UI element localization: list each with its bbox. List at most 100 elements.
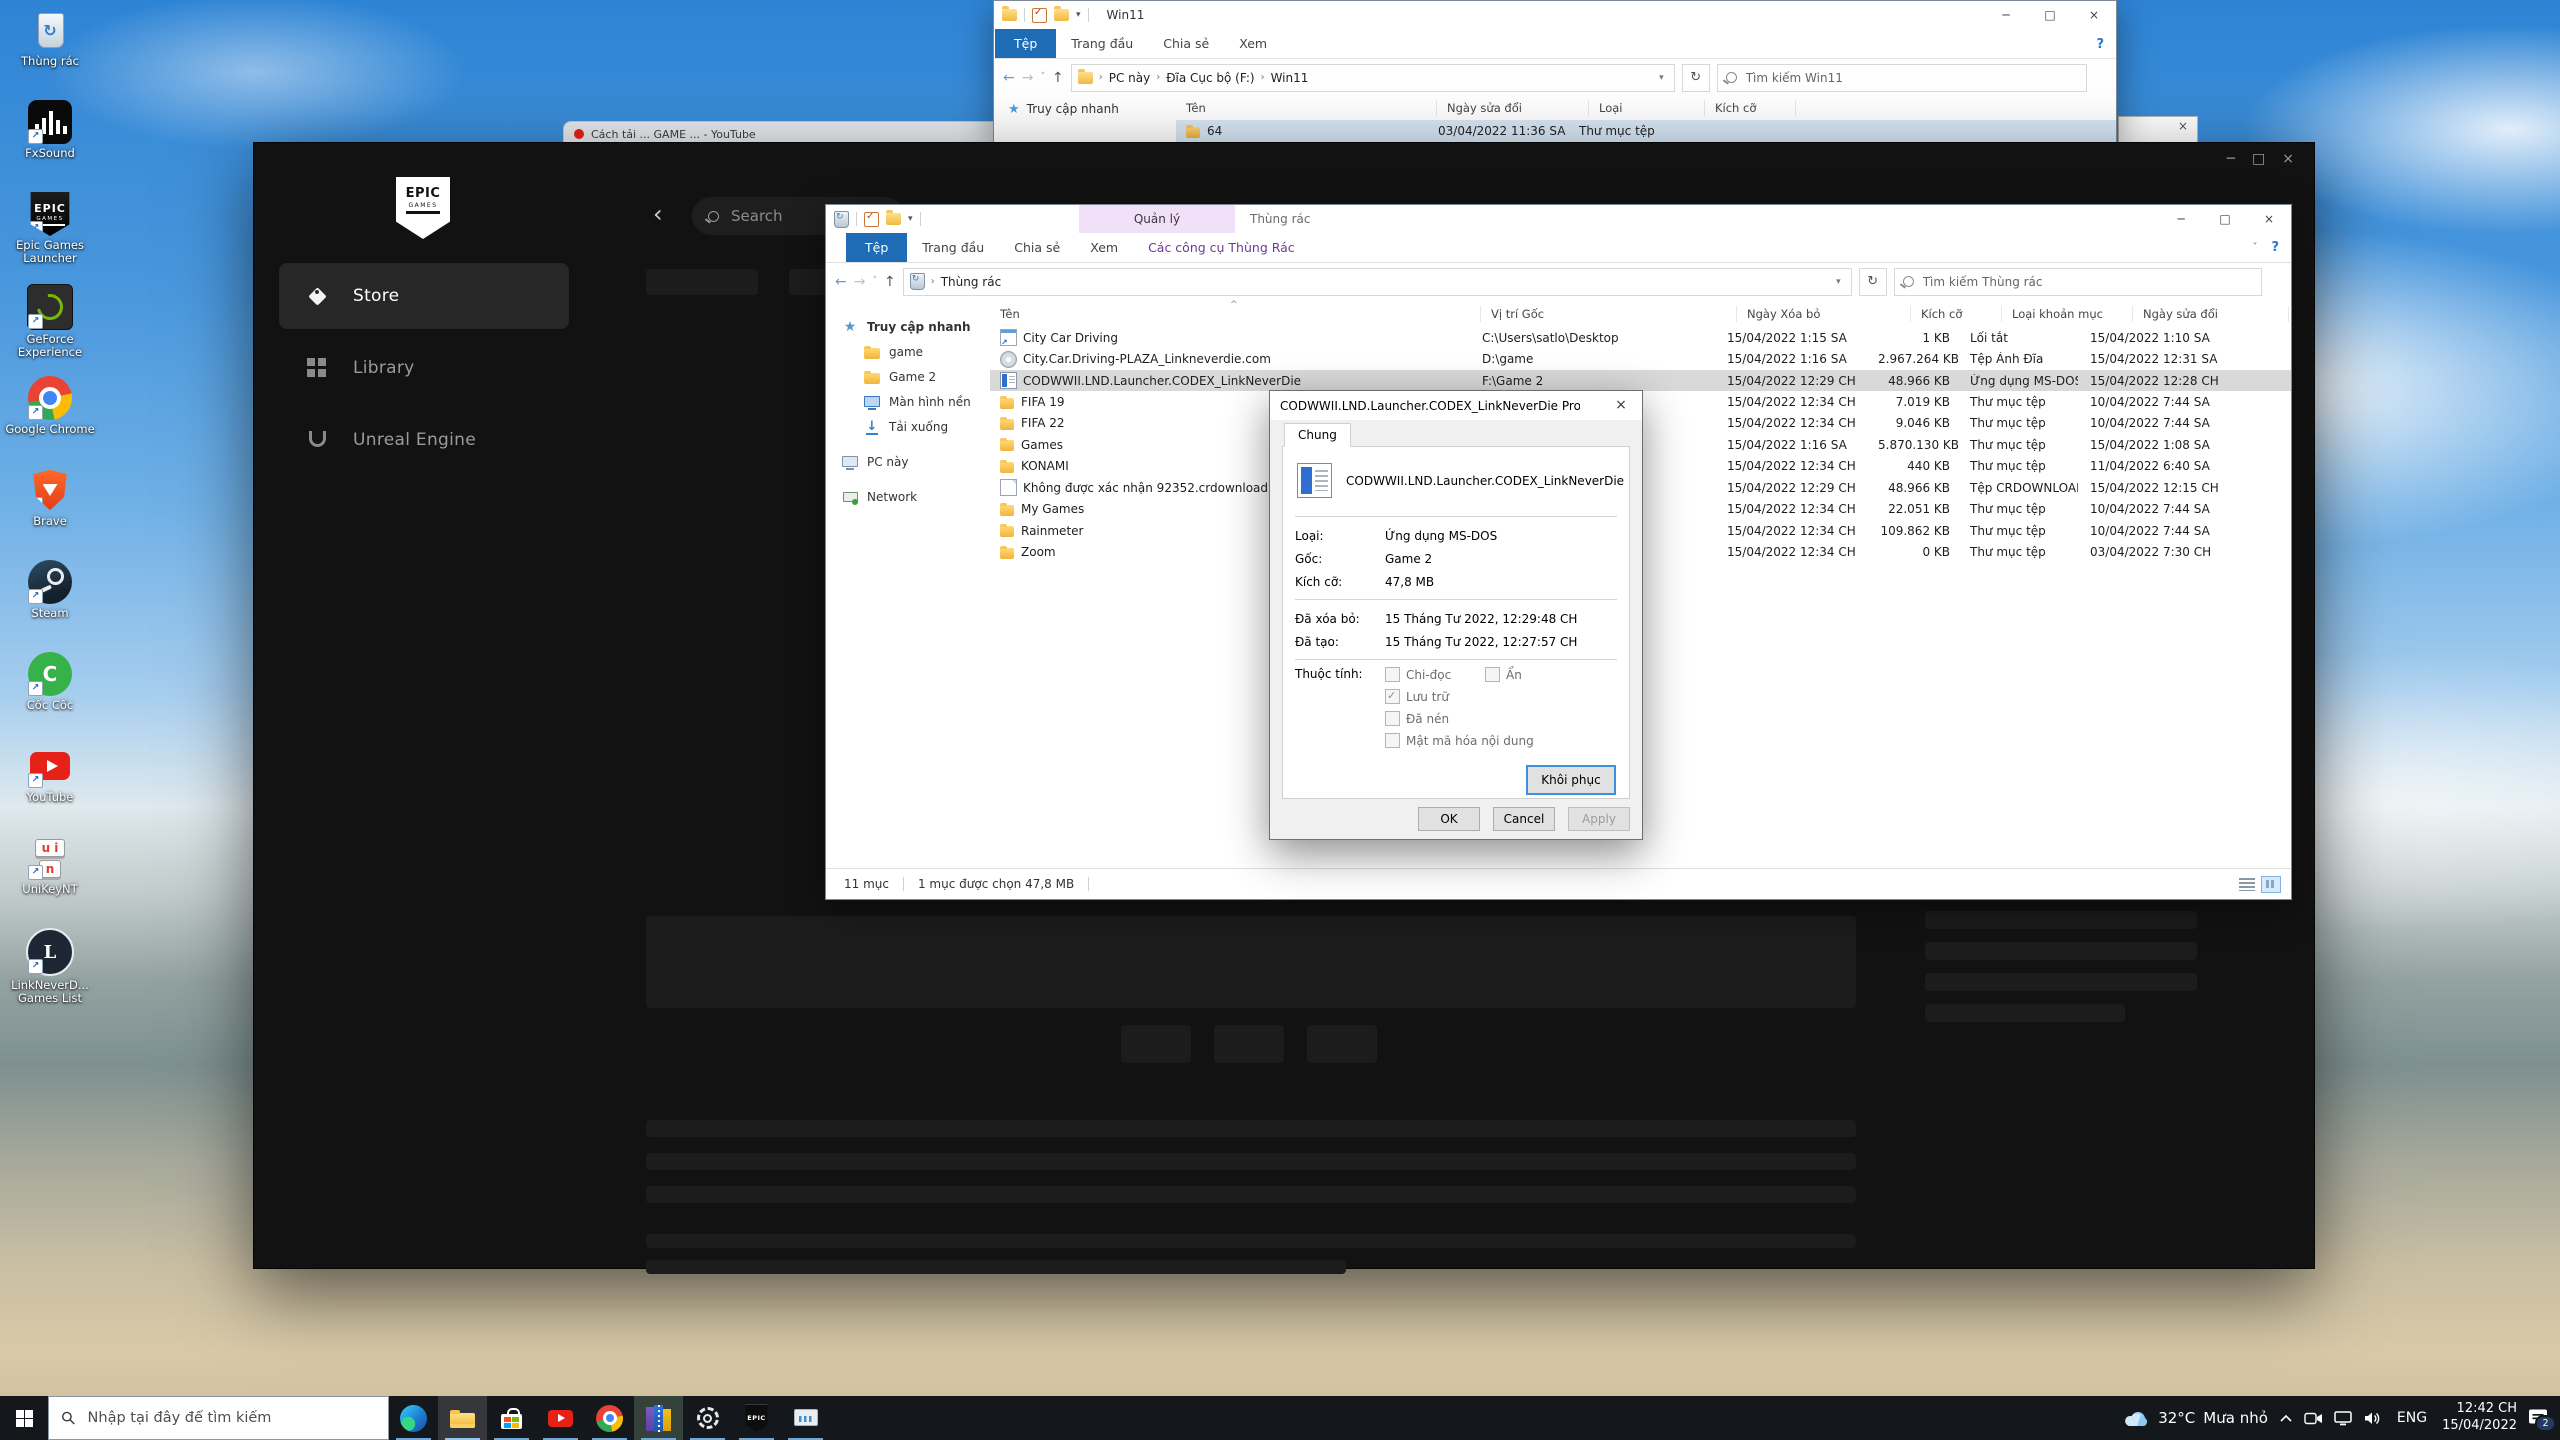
column-header-type[interactable]: Loại khoản mục bbox=[2002, 305, 2133, 322]
tab-general[interactable]: Chung bbox=[1284, 423, 1351, 447]
sidebar-item-store[interactable]: Store bbox=[279, 263, 569, 329]
volume-icon[interactable] bbox=[2364, 1411, 2382, 1426]
address-dropdown-icon[interactable]: ▾ bbox=[1832, 277, 1845, 287]
cancel-button[interactable]: Cancel bbox=[1493, 807, 1555, 831]
table-row[interactable]: CODWWII.LND.Launcher.CODEX_LinkNeverDie … bbox=[990, 369, 2291, 392]
recycle-bin-icon[interactable] bbox=[834, 210, 849, 228]
dialog-titlebar[interactable]: CODWWII.LND.Launcher.CODEX_LinkNeverDie … bbox=[1270, 391, 1642, 420]
column-header-modified[interactable]: Ngày sửa đổi bbox=[1437, 100, 1589, 116]
sidebar-item-game[interactable]: game bbox=[826, 339, 990, 364]
sidebar-item-desktop[interactable]: Màn hình nền bbox=[826, 389, 990, 414]
action-center-icon[interactable]: 2 bbox=[2528, 1407, 2556, 1432]
titlebar[interactable]: ▾ Quản lý Thùng rác ─ □ × bbox=[826, 205, 2291, 233]
breadcrumb-drive-f[interactable]: Đĩa Cục bộ (F:) bbox=[1166, 71, 1254, 85]
steam-desktop-icon[interactable]: Steam bbox=[4, 560, 96, 652]
forward-icon[interactable]: → bbox=[1022, 71, 1034, 85]
task-manager-taskbar-icon[interactable] bbox=[781, 1396, 830, 1440]
column-header-deleted[interactable]: Ngày Xóa bỏ bbox=[1737, 305, 1911, 322]
unikey-desktop-icon[interactable]: u i n UniKeyNT bbox=[4, 836, 96, 928]
edge-taskbar-icon[interactable] bbox=[389, 1396, 438, 1440]
address-bar[interactable]: › Thùng rác ▾ bbox=[902, 267, 1852, 296]
sidebar-item-network[interactable]: Network bbox=[826, 484, 990, 509]
tab-share[interactable]: Chia sẻ bbox=[1148, 29, 1224, 58]
thumbnails-view-icon[interactable] bbox=[2261, 875, 2281, 893]
breadcrumb-recycle-bin[interactable]: Thùng rác bbox=[941, 275, 1001, 289]
close-button[interactable]: × bbox=[2247, 205, 2291, 233]
recycle-bin-desktop-icon[interactable]: Thùng rác bbox=[4, 8, 96, 100]
epic-games-launcher-desktop-icon[interactable]: EPIC GAMES Epic Games Launcher bbox=[4, 192, 96, 284]
column-header-type[interactable]: Loại bbox=[1589, 100, 1705, 116]
tray-expand-icon[interactable] bbox=[2279, 1414, 2293, 1423]
lnd-games-list-desktop-icon[interactable]: L LinkNeverD... Games List bbox=[4, 928, 96, 1020]
microsoft-store-taskbar-icon[interactable] bbox=[487, 1396, 536, 1440]
winrar-taskbar-icon[interactable] bbox=[634, 1396, 683, 1440]
start-button[interactable] bbox=[0, 1396, 48, 1440]
youtube-desktop-icon[interactable]: YouTube bbox=[4, 744, 96, 836]
address-dropdown-icon[interactable]: ▾ bbox=[1655, 73, 1668, 83]
tab-file[interactable]: Tệp bbox=[995, 29, 1057, 58]
maximize-button[interactable]: □ bbox=[2203, 205, 2247, 233]
address-bar[interactable]: › PC này › Đĩa Cục bộ (F:) › Win11 ▾ bbox=[1070, 63, 1675, 92]
tab-home[interactable]: Trang đầu bbox=[907, 233, 999, 262]
column-header-name[interactable]: Tên bbox=[1176, 100, 1437, 116]
qat-dropdown-icon[interactable]: ▾ bbox=[1076, 10, 1081, 20]
restore-button[interactable]: Khôi phục bbox=[1526, 765, 1616, 795]
search-input[interactable] bbox=[1920, 273, 2253, 290]
language-indicator[interactable]: ENG bbox=[2397, 1410, 2427, 1426]
new-folder-icon[interactable] bbox=[886, 210, 901, 225]
details-view-icon[interactable] bbox=[2239, 877, 2255, 891]
fxsound-desktop-icon[interactable]: FxSound bbox=[4, 100, 96, 192]
sidebar-item-downloads[interactable]: Tải xuống bbox=[826, 414, 990, 439]
sidebar-item-library[interactable]: Library bbox=[279, 335, 569, 401]
coc-coc-desktop-icon[interactable]: C Cốc Cốc bbox=[4, 652, 96, 744]
file-explorer-taskbar-icon[interactable] bbox=[438, 1396, 487, 1440]
folder-icon[interactable] bbox=[1002, 6, 1017, 21]
refresh-icon[interactable]: ↻ bbox=[1858, 267, 1887, 296]
tab-share[interactable]: Chia sẻ bbox=[999, 233, 1075, 262]
breadcrumb-win11[interactable]: Win11 bbox=[1271, 71, 1309, 85]
column-header-size[interactable]: Kích cỡ bbox=[1705, 100, 1796, 116]
tab-recycle-tools[interactable]: Các công cụ Thùng Rác bbox=[1133, 233, 1310, 262]
up-icon[interactable]: ↑ bbox=[1052, 71, 1064, 85]
table-row[interactable]: 64 03/04/2022 11:36 SA Thư mục tệp bbox=[1176, 120, 2116, 142]
up-icon[interactable]: ↑ bbox=[884, 275, 896, 289]
minimize-button[interactable]: ─ bbox=[2227, 151, 2235, 167]
weather-widget[interactable]: 32°C Mưa nhỏ bbox=[2123, 1409, 2268, 1428]
maximize-button[interactable]: □ bbox=[2252, 151, 2265, 167]
back-icon[interactable]: ← bbox=[1003, 71, 1015, 85]
column-header-modified[interactable]: Ngày sửa đổi bbox=[2133, 305, 2289, 322]
close-button[interactable]: × bbox=[2072, 1, 2116, 29]
sidebar-item-quick-access[interactable]: ★ Truy cập nhanh bbox=[1008, 102, 1176, 116]
search-input[interactable] bbox=[1743, 69, 2078, 86]
ok-button[interactable]: OK bbox=[1418, 807, 1480, 831]
help-icon[interactable]: ? bbox=[2096, 37, 2104, 52]
epic-games-taskbar-icon[interactable]: EPIC bbox=[732, 1396, 781, 1440]
table-row[interactable]: City.Car.Driving-PLAZA_Linkneverdie.com … bbox=[990, 348, 2291, 369]
table-row[interactable]: City Car Driving C:\Users\satlo\Desktop … bbox=[990, 327, 2291, 348]
ribbon-collapse-icon[interactable]: ˅ bbox=[2252, 242, 2257, 253]
titlebar[interactable]: ▾ Win11 ─ □ × bbox=[994, 1, 2116, 29]
properties-icon[interactable] bbox=[864, 211, 879, 227]
new-folder-icon[interactable] bbox=[1054, 6, 1069, 21]
column-header-size[interactable]: Kích cỡ bbox=[1911, 305, 2002, 322]
maximize-button[interactable]: □ bbox=[2028, 1, 2072, 29]
close-button[interactable]: × bbox=[2282, 151, 2294, 167]
back-icon[interactable]: ← bbox=[835, 275, 847, 289]
column-header-location[interactable]: Vị trí Gốc bbox=[1481, 305, 1737, 322]
youtube-taskbar-icon[interactable] bbox=[536, 1396, 585, 1440]
close-button[interactable]: × bbox=[1600, 391, 1642, 419]
back-icon[interactable]: ‹ bbox=[653, 200, 663, 228]
google-chrome-desktop-icon[interactable]: Google Chrome bbox=[4, 376, 96, 468]
tab-view[interactable]: Xem bbox=[1075, 233, 1133, 262]
qat-dropdown-icon[interactable]: ▾ bbox=[908, 214, 913, 224]
help-icon[interactable]: ? bbox=[2271, 240, 2279, 255]
clock[interactable]: 12:42 CH 15/04/2022 bbox=[2442, 1401, 2517, 1435]
sidebar-item-this-pc[interactable]: PC này bbox=[826, 449, 990, 474]
breadcrumb-this-pc[interactable]: PC này bbox=[1109, 71, 1151, 85]
taskbar-search-input[interactable] bbox=[85, 1409, 376, 1427]
settings-taskbar-icon[interactable] bbox=[683, 1396, 732, 1440]
refresh-icon[interactable]: ↻ bbox=[1681, 63, 1710, 92]
brave-desktop-icon[interactable]: Brave bbox=[4, 468, 96, 560]
forward-icon[interactable]: → bbox=[854, 275, 866, 289]
history-dropdown-icon[interactable]: ˅ bbox=[872, 277, 877, 286]
